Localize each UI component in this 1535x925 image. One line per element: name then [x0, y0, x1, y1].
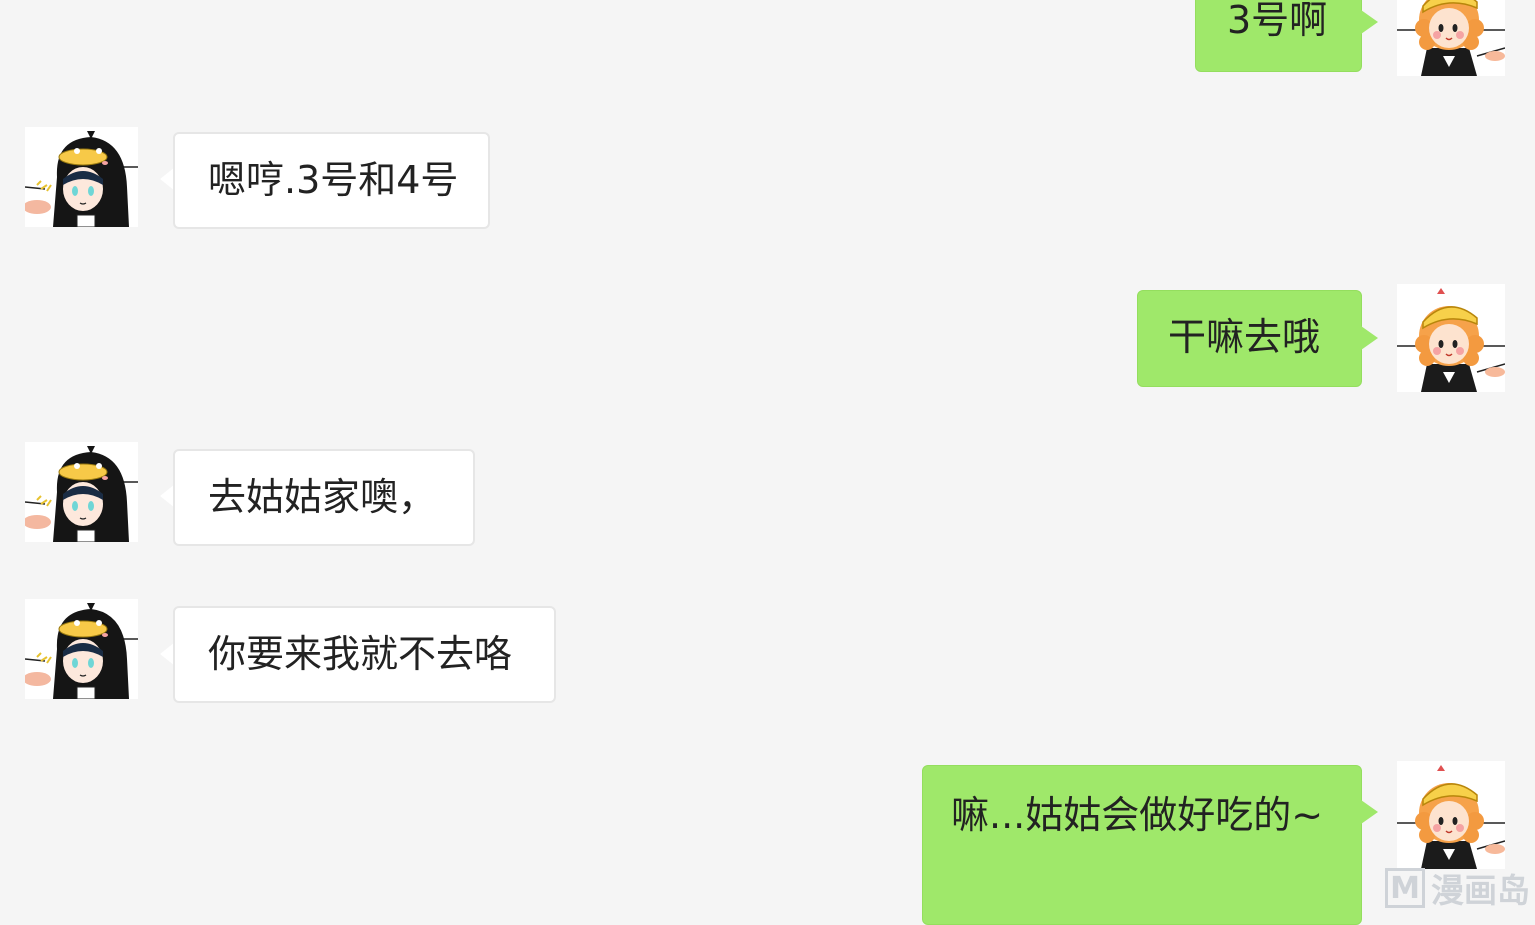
chat-bubble-self: 嘛...姑姑会做好吃的~ [922, 765, 1362, 925]
self-avatar-icon[interactable] [1397, 284, 1505, 392]
chat-bubble-other: 嗯哼.3号和4号 [173, 132, 490, 229]
chat-bubble-other: 去姑姑家噢， [173, 449, 475, 546]
message-text: 去姑姑家噢， [208, 475, 437, 519]
contact-avatar-icon[interactable] [25, 127, 138, 227]
self-avatar-icon[interactable] [1397, 0, 1505, 76]
contact-avatar-icon[interactable] [25, 599, 138, 699]
watermark-logo-icon: M [1385, 868, 1425, 908]
message-text: 嘛...姑姑会做好吃的~ [951, 793, 1324, 837]
watermark-text: 漫画岛 [1431, 871, 1530, 910]
message-text: 3号啊 [1227, 0, 1328, 42]
watermark: M 漫画岛 [1385, 866, 1530, 910]
bubble-tail [1361, 10, 1378, 34]
bubble-tail [1361, 800, 1378, 824]
self-avatar-icon[interactable] [1397, 761, 1505, 869]
contact-avatar-icon[interactable] [25, 442, 138, 542]
chat-bubble-other: 你要来我就不去咯 [173, 606, 556, 703]
chat-bubble-self: 3号啊 [1195, 0, 1362, 72]
message-text: 干嘛去哦 [1168, 315, 1321, 359]
message-text: 嗯哼.3号和4号 [208, 158, 459, 202]
message-text: 你要来我就不去咯 [208, 632, 513, 676]
bubble-tail [1361, 326, 1378, 350]
chat-bubble-self: 干嘛去哦 [1137, 290, 1362, 387]
